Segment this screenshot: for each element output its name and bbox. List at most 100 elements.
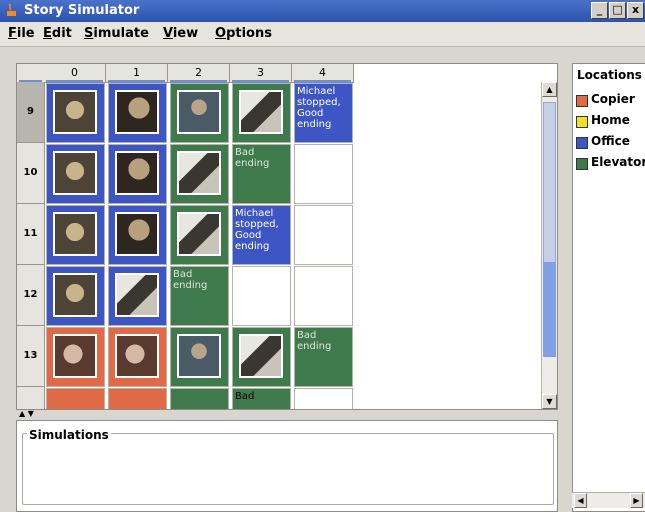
cell-text: Bad ending bbox=[235, 147, 270, 169]
scene-thumbnail bbox=[239, 334, 283, 378]
location-item-home[interactable]: Home bbox=[576, 113, 645, 131]
story-cell[interactable] bbox=[170, 83, 229, 143]
row-header[interactable] bbox=[17, 387, 45, 409]
location-item-copier[interactable]: Copier bbox=[576, 92, 645, 110]
scroll-down-button[interactable]: ▼ bbox=[542, 394, 557, 409]
menu-simulate[interactable]: Simulate bbox=[84, 26, 149, 41]
scene-thumbnail bbox=[177, 90, 221, 134]
scroll-right-button[interactable]: ▶ bbox=[630, 493, 643, 508]
story-cell[interactable] bbox=[108, 266, 167, 326]
scene-thumbnail bbox=[115, 151, 159, 195]
simulations-panel: Simulations bbox=[16, 420, 558, 512]
scroll-selection-highlight bbox=[543, 262, 556, 357]
corner-header bbox=[17, 64, 45, 83]
scene-thumbnail bbox=[177, 334, 221, 378]
vertical-scrollbar[interactable]: ▲ ▼ bbox=[541, 82, 557, 409]
story-cell[interactable]: Bad ending bbox=[170, 266, 229, 326]
simulations-frame bbox=[22, 433, 554, 505]
cell-text: Michael stopped, Good ending bbox=[297, 86, 341, 130]
story-cell[interactable]: Michael stopped, Good ending bbox=[294, 83, 353, 143]
story-cell[interactable] bbox=[46, 83, 105, 143]
column-header-3[interactable]: 3 bbox=[230, 64, 292, 83]
location-label: Office bbox=[591, 134, 630, 148]
menu-edit[interactable]: Edit bbox=[43, 26, 72, 41]
row-header[interactable]: 10 bbox=[17, 143, 45, 204]
story-grid: 01234 9 Michael stopped, Good ending 10 Bad… bbox=[16, 63, 558, 410]
story-cell[interactable] bbox=[46, 144, 105, 204]
location-item-office[interactable]: Office bbox=[576, 134, 645, 152]
scene-thumbnail bbox=[177, 212, 221, 256]
menu-options[interactable]: Options bbox=[215, 26, 272, 41]
location-label: Home bbox=[591, 113, 630, 127]
location-item-elevator[interactable]: Elevator bbox=[576, 155, 645, 173]
location-label: Copier bbox=[591, 92, 635, 106]
scroll-left-button[interactable]: ◀ bbox=[574, 493, 587, 508]
scene-thumbnail bbox=[53, 151, 97, 195]
cell-text: Bad ending bbox=[297, 330, 332, 352]
story-cell[interactable] bbox=[232, 266, 291, 326]
scene-thumbnail bbox=[115, 334, 159, 378]
maximize-button[interactable]: □ bbox=[609, 2, 626, 19]
menu-view[interactable]: View bbox=[163, 26, 198, 41]
story-cell[interactable] bbox=[108, 144, 167, 204]
locations-title: Locations bbox=[577, 68, 642, 82]
cell-text: Bad ending bbox=[173, 269, 208, 291]
scene-thumbnail bbox=[53, 212, 97, 256]
menu-file[interactable]: File bbox=[8, 26, 35, 41]
story-cell[interactable] bbox=[108, 205, 167, 265]
story-cell[interactable] bbox=[108, 83, 167, 143]
cell-text: Bad bbox=[235, 391, 255, 402]
simulations-label: Simulations bbox=[27, 428, 111, 442]
scroll-up-button[interactable]: ▲ bbox=[542, 82, 557, 97]
story-cell[interactable] bbox=[170, 144, 229, 204]
story-cell[interactable] bbox=[232, 83, 291, 143]
scene-thumbnail bbox=[53, 90, 97, 134]
scene-thumbnail bbox=[115, 212, 159, 256]
column-header-4[interactable]: 4 bbox=[292, 64, 354, 83]
locations-legend: Locations Copier Home Office Elevator bbox=[572, 63, 645, 512]
location-color-swatch bbox=[576, 158, 588, 170]
location-label: Elevator bbox=[591, 155, 645, 169]
location-color-swatch bbox=[576, 137, 588, 149]
location-color-swatch bbox=[576, 95, 588, 107]
java-cup-icon bbox=[6, 3, 18, 17]
scene-thumbnail bbox=[53, 273, 97, 317]
scene-thumbnail bbox=[115, 90, 159, 134]
row-header[interactable]: 9 bbox=[17, 82, 45, 143]
story-cell[interactable]: Bad ending bbox=[232, 144, 291, 204]
story-cell[interactable]: Bad bbox=[232, 388, 291, 409]
close-button[interactable]: x bbox=[627, 2, 644, 19]
story-cell[interactable] bbox=[294, 388, 353, 409]
scene-thumbnail bbox=[177, 151, 221, 195]
story-cell[interactable] bbox=[170, 205, 229, 265]
story-cell[interactable] bbox=[46, 327, 105, 387]
story-cell[interactable] bbox=[46, 388, 105, 409]
horizontal-scrollbar[interactable]: ◀ ▶ bbox=[572, 492, 645, 508]
column-header-0[interactable]: 0 bbox=[44, 64, 106, 83]
title-bar: Story Simulator _ □ x bbox=[0, 0, 645, 22]
story-cell[interactable] bbox=[294, 205, 353, 265]
window-title: Story Simulator bbox=[24, 3, 140, 18]
story-cell[interactable] bbox=[46, 205, 105, 265]
row-header[interactable]: 13 bbox=[17, 326, 45, 387]
story-cell[interactable] bbox=[232, 327, 291, 387]
story-cell[interactable] bbox=[108, 388, 167, 409]
story-cell[interactable] bbox=[294, 144, 353, 204]
story-cell[interactable] bbox=[170, 388, 229, 409]
minimize-button[interactable]: _ bbox=[591, 2, 608, 19]
story-cell[interactable]: Michael stopped, Good ending bbox=[232, 205, 291, 265]
scene-thumbnail bbox=[239, 90, 283, 134]
story-cell[interactable] bbox=[46, 266, 105, 326]
scene-thumbnail bbox=[53, 334, 97, 378]
story-cell[interactable] bbox=[294, 266, 353, 326]
row-header[interactable]: 11 bbox=[17, 204, 45, 265]
story-cell[interactable] bbox=[108, 327, 167, 387]
column-header-1[interactable]: 1 bbox=[106, 64, 168, 83]
story-cell[interactable] bbox=[170, 327, 229, 387]
row-header[interactable]: 12 bbox=[17, 265, 45, 326]
scene-thumbnail bbox=[115, 273, 159, 317]
column-header-2[interactable]: 2 bbox=[168, 64, 230, 83]
story-cell[interactable]: Bad ending bbox=[294, 327, 353, 387]
cell-text: Michael stopped, Good ending bbox=[235, 208, 279, 252]
split-pane-arrows[interactable]: ▲ ▼ bbox=[19, 409, 34, 418]
